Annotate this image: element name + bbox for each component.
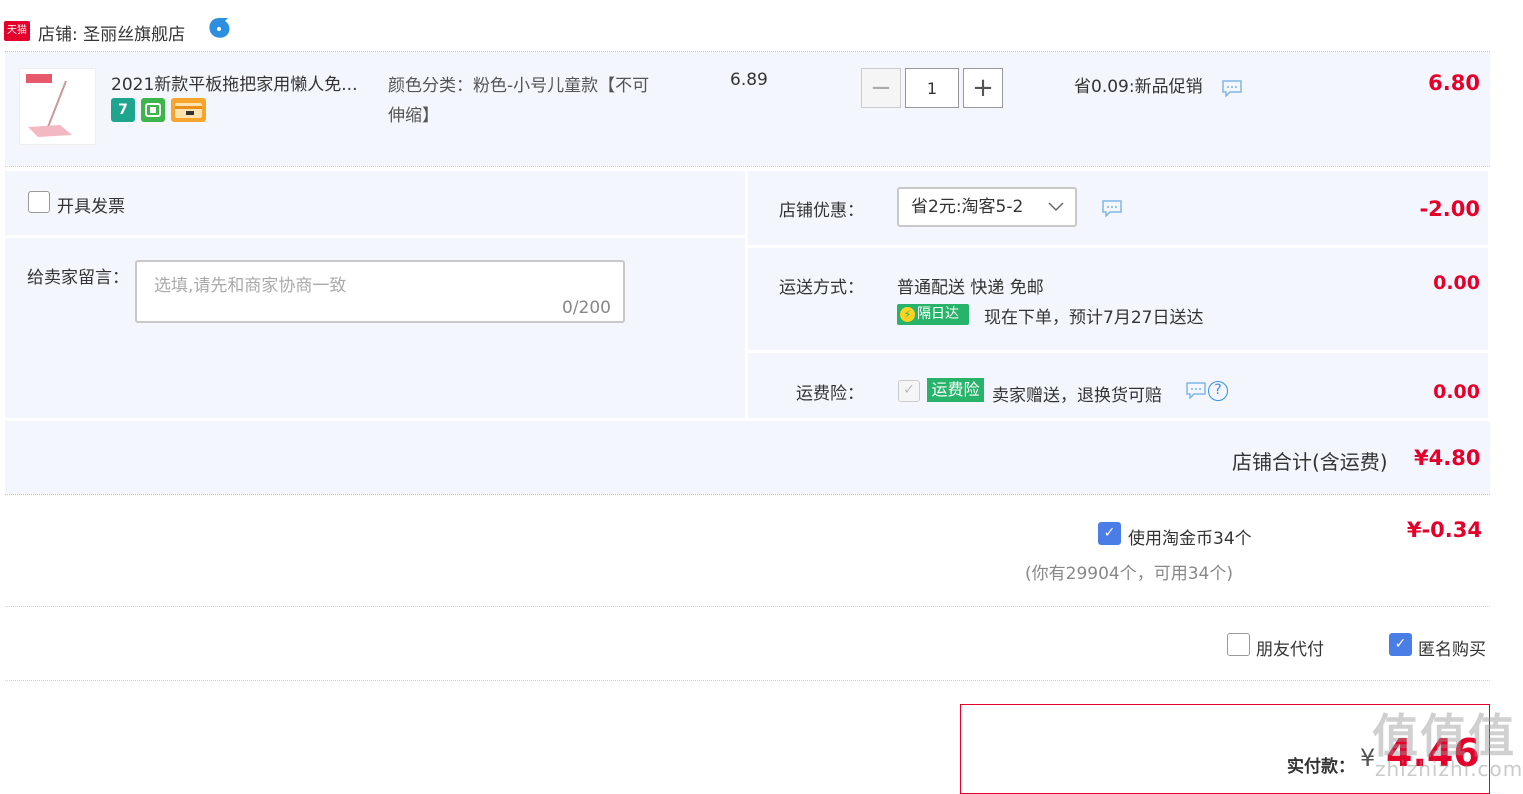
message-label: 给卖家留言： [27,268,129,288]
message-placeholder: 选填,请先和商家协商一致 [154,276,347,296]
delivery-panel [748,248,1488,350]
product-thumbnail[interactable] [19,68,96,145]
invoice-checkbox[interactable] [28,191,50,213]
shop-name-link[interactable]: 店铺: 圣丽丝旗舰店 [38,20,185,45]
delivery-label: 运送方式： [779,278,864,298]
wangwang-chat-icon[interactable] [206,16,232,42]
quantity-increase-button[interactable]: + [963,68,1003,108]
sku-info: 颜色分类：粉色-小号儿童款【不可伸缩】 [388,76,650,126]
divider [5,606,1490,607]
chevron-down-icon [1047,189,1065,238]
message-char-count: 0/200 [562,298,611,318]
delivery-method: 普通配送 快递 免邮 [897,278,1044,298]
delivery-eta: 现在下单，预计7月27日送达 [984,308,1204,328]
insurance-comment-icon[interactable] [1185,381,1207,399]
shop-discount-select[interactable]: 省2元:淘客5-2 [897,187,1077,227]
delivery-amount: 0.00 [1433,272,1480,294]
insurance-amount: 0.00 [1433,381,1480,403]
discount-comment-icon[interactable] [1101,199,1123,217]
quantity-input[interactable]: 1 [905,68,959,108]
subtotal-value: ¥4.80 [1414,446,1481,470]
divider [5,166,1490,167]
help-icon[interactable]: ? [1208,381,1228,401]
coins-amount: ¥-0.34 [1406,518,1482,542]
divider [5,494,1490,495]
coins-label: 使用淘金币34个 [1128,529,1252,549]
payment-label: 实付款： [1287,757,1355,777]
anonymous-label: 匿名购买 [1418,640,1486,660]
subtotal-label: 店铺合计(含运费) [1232,450,1388,474]
shop-discount-label: 店铺优惠： [779,201,864,221]
coins-checkbox[interactable]: ✓ [1098,522,1121,545]
friend-pay-label: 朋友代付 [1256,640,1324,660]
insurance-tag: 运费险 [927,378,984,402]
next-day-badge: ⚡ 隔日达 [897,304,969,325]
lightning-icon: ⚡ [900,307,915,322]
invoice-label: 开具发票 [57,197,125,217]
shop-discount-selected: 省2元:淘客5-2 [911,197,1024,217]
product-title-link[interactable]: 2021新款平板拖把家用懒人免... [111,70,381,95]
tmall-badge: 天猫 [4,21,30,41]
shop-guarantee-icon [141,98,165,122]
anonymous-checkbox[interactable]: ✓ [1389,633,1412,656]
credit-card-icon [171,98,206,122]
seller-message-textarea[interactable]: 选填,请先和商家协商一致 0/200 [135,260,625,323]
divider [5,680,1490,681]
insurance-checkbox: ✓ [898,380,920,402]
friend-pay-checkbox[interactable] [1227,633,1250,656]
unit-price: 6.89 [730,70,768,90]
promo-comment-icon[interactable] [1221,79,1243,97]
coins-note: (你有29904个，可用34个) [1025,564,1233,584]
insurance-label: 运费险： [796,384,864,404]
item-total: 6.80 [1428,71,1480,95]
insurance-desc: 卖家赠送，退换货可赔 [992,386,1162,406]
quantity-decrease-button[interactable]: − [861,68,901,108]
seven-day-return-icon: 7 [111,98,135,122]
site-watermark-url: zhizhizhi.com [1375,757,1523,781]
promo-text: 省0.09:新品促销 [1074,77,1203,97]
next-day-text: 隔日达 [917,306,959,322]
shop-discount-amount: -2.00 [1419,197,1480,221]
